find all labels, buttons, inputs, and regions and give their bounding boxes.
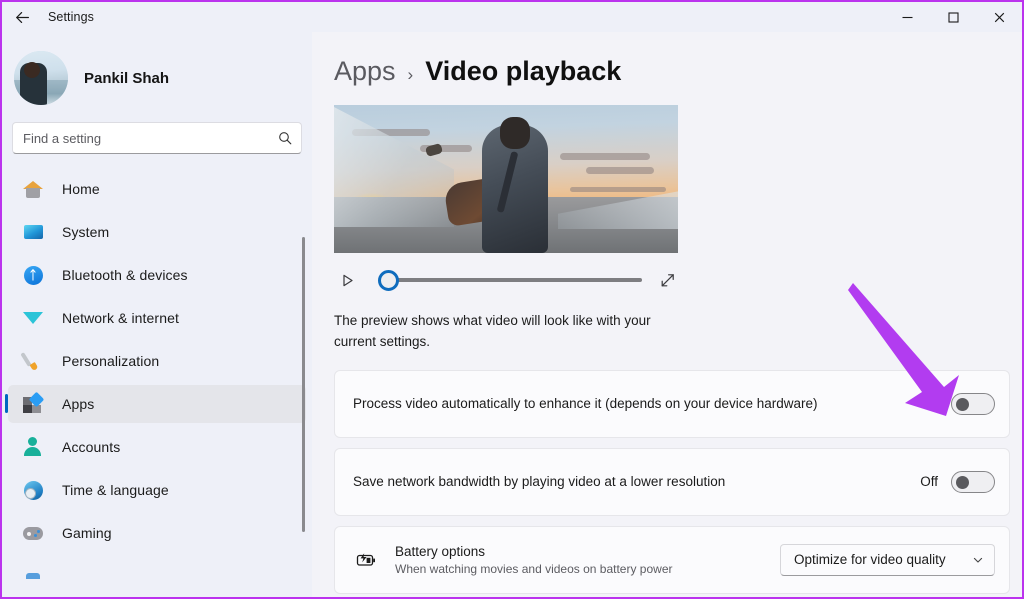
setting-label: Save network bandwidth by playing video … [353,474,725,489]
sidebar-scrollbar[interactable] [302,237,305,532]
chevron-down-icon [972,554,984,566]
toggle-state-label: Off [920,396,938,411]
sidebar: Pankil Shah Home [2,32,312,599]
video-controls [334,267,678,293]
sidebar-item-system[interactable]: System [8,213,306,251]
back-button[interactable] [2,2,42,32]
sidebar-item-accounts[interactable]: Accounts [8,428,306,466]
battery-options-dropdown[interactable]: Optimize for video quality [780,544,995,576]
accessibility-icon [22,565,44,587]
system-icon [22,221,44,243]
apps-icon [22,393,44,415]
time-language-icon [22,479,44,501]
expand-icon[interactable] [656,269,678,291]
sidebar-item-time-language[interactable]: Time & language [8,471,306,509]
play-icon[interactable] [334,267,360,293]
profile-name: Pankil Shah [84,70,169,87]
slider-thumb[interactable] [378,270,399,291]
network-icon [22,307,44,329]
battery-options-title: Battery options [395,544,672,559]
breadcrumb-separator: › [408,65,414,85]
setting-control: Off [920,393,995,415]
battery-options-texts: Battery options When watching movies and… [395,544,672,576]
video-progress-slider[interactable] [382,270,642,290]
accounts-icon [22,436,44,458]
sidebar-item-label: Home [62,181,100,197]
bluetooth-icon: ᛏ [22,264,44,286]
setting-control: Off [920,471,995,493]
window-title: Settings [48,10,94,24]
breadcrumb-parent-link[interactable]: Apps [334,56,396,87]
title-bar: Settings [2,2,1022,32]
sidebar-item-label: System [62,224,109,240]
sidebar-item-personalization[interactable]: Personalization [8,342,306,380]
main-content: Apps › Video playback [312,32,1022,599]
sidebar-item-home[interactable]: Home [8,170,306,208]
search-box[interactable] [12,122,302,154]
search-icon [278,131,292,145]
page-title: Video playback [425,56,621,87]
sidebar-item-label: Gaming [62,525,112,541]
settings-window: Settings Pankil Shah [0,0,1024,599]
slider-track [382,278,642,282]
close-button[interactable] [976,2,1022,32]
process-video-toggle[interactable] [951,393,995,415]
sidebar-item-label: Apps [62,396,94,412]
battery-options-subtitle: When watching movies and videos on batte… [395,562,672,576]
minimize-button[interactable] [884,2,930,32]
battery-options-control: Optimize for video quality [780,544,995,576]
gaming-icon [22,522,44,544]
setting-label: Process video automatically to enhance i… [353,396,818,411]
video-preview-thumbnail[interactable] [334,105,678,253]
maximize-button[interactable] [930,2,976,32]
setting-row-battery-options[interactable]: Battery options When watching movies and… [334,526,1010,594]
sidebar-item-label: Bluetooth & devices [62,267,188,283]
sidebar-item-label: Personalization [62,353,159,369]
sidebar-nav: Home System ᛏ Bluetooth & devices Networ… [2,170,312,599]
setting-row-process-video[interactable]: Process video automatically to enhance i… [334,370,1010,438]
sidebar-item-label: Accounts [62,439,120,455]
profile-section[interactable]: Pankil Shah [2,32,312,110]
sidebar-item-bluetooth-devices[interactable]: ᛏ Bluetooth & devices [8,256,306,294]
settings-cards: Process video automatically to enhance i… [334,370,1010,594]
breadcrumb: Apps › Video playback [312,32,1022,87]
sidebar-item-apps[interactable]: Apps [8,385,306,423]
sidebar-item-gaming[interactable]: Gaming [8,514,306,552]
sidebar-item-label: Network & internet [62,310,179,326]
save-bandwidth-toggle[interactable] [951,471,995,493]
sidebar-item-label: Time & language [62,482,169,498]
dropdown-selected-value: Optimize for video quality [794,552,946,567]
sidebar-item-network-internet[interactable]: Network & internet [8,299,306,337]
home-icon [22,178,44,200]
preview-note: The preview shows what video will look l… [334,311,664,353]
sidebar-item-next-partial[interactable] [8,557,306,595]
search-input[interactable] [13,123,301,153]
search-section [2,110,312,154]
toggle-state-label: Off [920,474,938,489]
setting-row-save-bandwidth[interactable]: Save network bandwidth by playing video … [334,448,1010,516]
personalization-icon [22,350,44,372]
avatar [14,51,68,105]
battery-icon [353,547,379,573]
window-controls [884,2,1022,32]
